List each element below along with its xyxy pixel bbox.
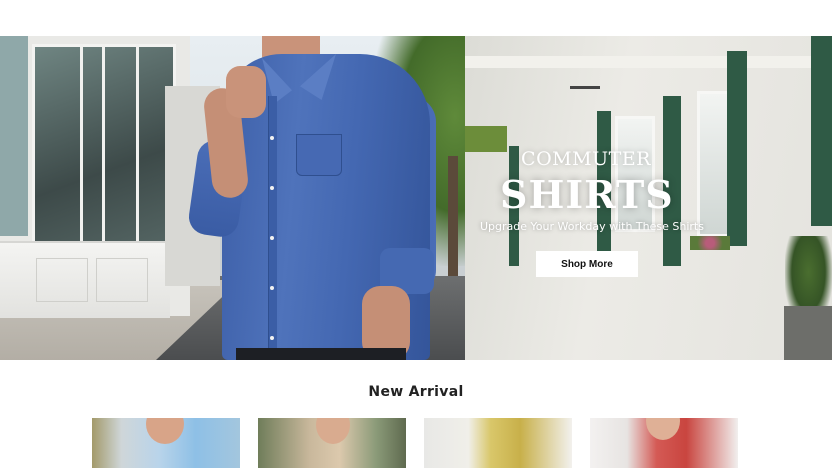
hero-title-line2: SHIRTS [500,172,674,217]
hero-title-line1: COMMUTER [521,148,651,170]
hero-subtitle: Upgrade Your Workday with These Shirts [480,220,704,233]
shop-more-button[interactable]: Shop More [536,251,638,277]
top-header-bar [0,0,832,36]
product-card-3[interactable] [424,418,572,468]
new-arrival-heading: New Arrival [368,384,464,400]
product-card-1[interactable] [92,418,240,468]
left-building [0,36,190,318]
hero-banner[interactable]: COMMUTER SHIRTS Upgrade Your Workday wit… [0,36,832,360]
product-card-4[interactable] [590,418,738,468]
product-card-2[interactable] [258,418,406,468]
